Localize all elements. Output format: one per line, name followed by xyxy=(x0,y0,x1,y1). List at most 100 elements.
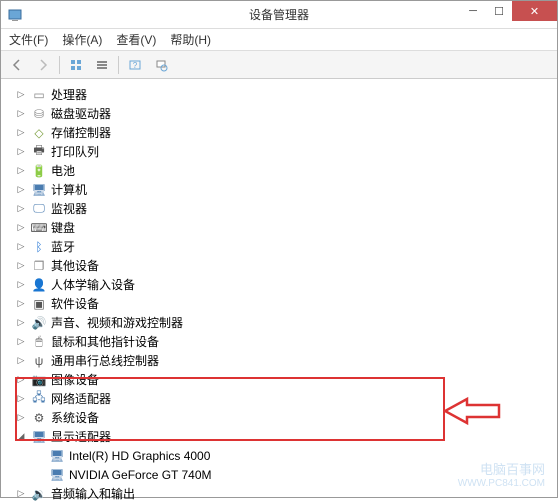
scan-button[interactable] xyxy=(149,54,173,76)
collapse-icon[interactable]: ◢ xyxy=(15,431,27,443)
tree-node[interactable]: ▷⚙系统设备 xyxy=(15,408,557,427)
other-icon: ❐ xyxy=(31,259,47,273)
expand-icon[interactable]: ▷ xyxy=(15,488,27,500)
audioio-icon: 🔉 xyxy=(31,487,47,501)
expand-icon[interactable]: ▷ xyxy=(15,165,27,177)
audio-icon: 🔊 xyxy=(31,316,47,330)
tree-node[interactable]: ▷🖶打印队列 xyxy=(15,142,557,161)
watermark-text1: 电脑百事网 xyxy=(458,459,545,478)
node-label: 监视器 xyxy=(51,200,87,217)
node-label: 鼠标和其他指针设备 xyxy=(51,333,159,350)
gpu-icon: 🖥 xyxy=(49,468,65,482)
tree-node[interactable]: ▷⛁磁盘驱动器 xyxy=(15,104,557,123)
cpu-icon: ▭ xyxy=(31,88,47,102)
keyboard-icon: ⌨ xyxy=(31,221,47,235)
back-button[interactable] xyxy=(5,54,29,76)
expand-icon[interactable]: ▷ xyxy=(15,279,27,291)
monitor-icon: 🖵 xyxy=(31,202,47,216)
app-icon xyxy=(7,7,23,23)
expand-icon[interactable]: ▷ xyxy=(15,241,27,253)
tree-node[interactable]: ▷🖥计算机 xyxy=(15,180,557,199)
tree-node[interactable]: ▷ ψ 通用串行总线控制器 xyxy=(15,351,557,370)
hid-icon: 👤 xyxy=(31,278,47,292)
menu-help[interactable]: 帮助(H) xyxy=(170,31,211,48)
window-title: 设备管理器 xyxy=(249,6,309,23)
svg-text:?: ? xyxy=(133,61,138,70)
expand-icon[interactable]: ▷ xyxy=(15,393,27,405)
expand-icon[interactable]: ▷ xyxy=(15,184,27,196)
view-button[interactable] xyxy=(90,54,114,76)
tree-node[interactable]: ▷ 📷 图像设备 xyxy=(15,370,557,389)
node-label: 处理器 xyxy=(51,86,87,103)
tree-node[interactable]: ▷ 👤 人体学输入设备 xyxy=(15,275,557,294)
expand-icon[interactable]: ▷ xyxy=(15,412,27,424)
node-label: 蓝牙 xyxy=(51,238,75,255)
close-button[interactable]: ✕ xyxy=(512,1,557,21)
node-label: 通用串行总线控制器 xyxy=(51,352,159,369)
menu-view[interactable]: 查看(V) xyxy=(116,31,156,48)
node-label: 其他设备 xyxy=(51,257,99,274)
properties-button[interactable] xyxy=(64,54,88,76)
watermark: 电脑百事网 WWW.PC841.COM xyxy=(458,459,545,489)
node-label: 电池 xyxy=(51,162,75,179)
device-tree[interactable]: ▷▭处理器▷⛁磁盘驱动器▷◇存储控制器▷🖶打印队列▷🔋电池▷🖥计算机▷🖵监视器▷… xyxy=(1,79,557,503)
tree-node[interactable]: ▷ ⌨ 键盘 xyxy=(15,218,557,237)
printer-icon: 🖶 xyxy=(31,145,47,159)
watermark-text2: WWW.PC841.COM xyxy=(458,478,545,489)
tree-node[interactable]: ▷ 🖵 监视器 xyxy=(15,199,557,218)
node-label: 显示适配器 xyxy=(51,428,111,445)
expand-icon[interactable]: ▷ xyxy=(15,222,27,234)
expand-icon[interactable] xyxy=(33,469,45,481)
expand-icon[interactable]: ▷ xyxy=(15,89,27,101)
tree-node[interactable]: ▷▣软件设备 xyxy=(15,294,557,313)
tree-node[interactable]: ▷ ❐ 其他设备 xyxy=(15,256,557,275)
toolbar-separator xyxy=(118,56,119,74)
mouse-icon: 🖱 xyxy=(31,335,47,349)
image-icon: 📷 xyxy=(31,373,47,387)
menubar: 文件(F) 操作(A) 查看(V) 帮助(H) xyxy=(1,29,557,51)
node-label: 磁盘驱动器 xyxy=(51,105,111,122)
titlebar: 设备管理器 ─ ☐ ✕ xyxy=(1,1,557,29)
node-label: 图像设备 xyxy=(51,371,99,388)
expand-icon[interactable] xyxy=(33,450,45,462)
system-icon: ⚙ xyxy=(31,411,47,425)
display-icon: 🖥 xyxy=(31,430,47,444)
bluetooth-icon: ᛒ xyxy=(31,240,47,254)
usb-icon: ψ xyxy=(31,354,47,368)
expand-icon[interactable]: ▷ xyxy=(15,108,27,120)
tree-node[interactable]: ▷🔋电池 xyxy=(15,161,557,180)
node-label: NVIDIA GeForce GT 740M xyxy=(69,468,212,482)
tree-node[interactable]: ▷ 🔊 声音、视频和游戏控制器 xyxy=(15,313,557,332)
maximize-button[interactable]: ☐ xyxy=(486,1,512,21)
expand-icon[interactable]: ▷ xyxy=(15,336,27,348)
menu-file[interactable]: 文件(F) xyxy=(9,31,48,48)
tree-node[interactable]: ▷ ᛒ 蓝牙 xyxy=(15,237,557,256)
toolbar: ? xyxy=(1,51,557,79)
expand-icon[interactable]: ▷ xyxy=(15,127,27,139)
expand-icon[interactable]: ▷ xyxy=(15,355,27,367)
node-label: 人体学输入设备 xyxy=(51,276,135,293)
node-label: 音频输入和输出 xyxy=(51,485,135,502)
expand-icon[interactable]: ▷ xyxy=(15,317,27,329)
minimize-button[interactable]: ─ xyxy=(460,1,486,21)
expand-icon[interactable]: ▷ xyxy=(15,203,27,215)
node-label: 网络适配器 xyxy=(51,390,111,407)
expand-icon[interactable]: ▷ xyxy=(15,146,27,158)
tree-node[interactable]: ▷ 🖱 鼠标和其他指针设备 xyxy=(15,332,557,351)
tree-node[interactable]: ◢ 🖥 显示适配器 xyxy=(15,427,557,446)
tree-node[interactable]: ▷ ◇ 存储控制器 xyxy=(15,123,557,142)
expand-icon[interactable]: ▷ xyxy=(15,374,27,386)
node-label: 声音、视频和游戏控制器 xyxy=(51,314,183,331)
tree-node[interactable]: ▷ 🖧 网络适配器 xyxy=(15,389,557,408)
tree-node[interactable]: ▷ ▭ 处理器 xyxy=(15,85,557,104)
menu-action[interactable]: 操作(A) xyxy=(62,31,102,48)
expand-icon[interactable]: ▷ xyxy=(15,298,27,310)
node-label: Intel(R) HD Graphics 4000 xyxy=(69,449,210,463)
help-button[interactable]: ? xyxy=(123,54,147,76)
node-label: 键盘 xyxy=(51,219,75,236)
expand-icon[interactable]: ▷ xyxy=(15,260,27,272)
storage-icon: ◇ xyxy=(31,126,47,140)
forward-button[interactable] xyxy=(31,54,55,76)
network-icon: 🖧 xyxy=(31,392,47,406)
node-label: 存储控制器 xyxy=(51,124,111,141)
